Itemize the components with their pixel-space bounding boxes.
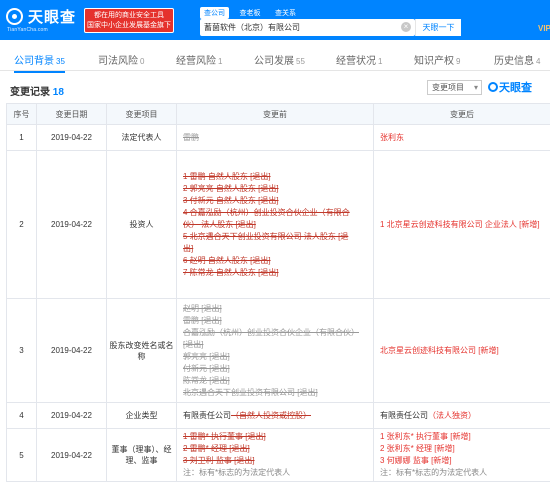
before-line: 有限责任公司（自然人投资或控股） — [183, 410, 311, 420]
logo-name: 天眼查 — [28, 9, 77, 26]
cell-before: 有限责任公司（自然人投资或控股） — [176, 402, 374, 429]
before-line: 1 雷鹏* 执行董事 [退出] — [183, 432, 266, 441]
before-line: 2 郭亮亮 自然人股东 [退出] — [183, 183, 279, 193]
before-line: 雷鹏 [退出] — [183, 315, 222, 325]
cell-item: 企业类型 — [106, 402, 177, 429]
tab-legal-risk[interactable]: 司法风险 0 — [98, 52, 144, 67]
cell-no: 2 — [6, 150, 37, 299]
before-line: 6 赵明 自然人股东 [退出] — [183, 255, 271, 265]
after-line: 有限责任公司（法人独资） — [380, 410, 476, 420]
table-row: 2 2019-04-22 投资人 1 雷鹏 自然人股东 [退出] 2 郭亮亮 自然人股东… — [6, 150, 550, 299]
tab-search-relation[interactable]: 查关系 — [271, 7, 300, 19]
brand-watermark: 天眼查 — [488, 79, 532, 95]
logo[interactable]: 天眼查 TianYanCha.com — [6, 5, 80, 35]
col-header-after: 变更后 — [373, 103, 550, 125]
after-line: 张利东 — [380, 132, 404, 142]
cell-date: 2019-04-22 — [36, 402, 107, 429]
after-line: 注：标有*标志的为法定代表人 — [380, 468, 488, 477]
tab-company-development[interactable]: 公司发展 55 — [254, 52, 305, 67]
section-title: 变更记录 18 — [10, 87, 64, 98]
before-line: 4 合嘉泓励（杭州）创业投资合伙企业（有限合 — [183, 207, 350, 217]
before-line: 伙） 法人股东 [退出] — [183, 219, 256, 229]
table-row: 3 2019-04-22 股东改变姓名或名称 赵明 [退出] 雷鹏 [退出] 合嘉泓励（杭… — [6, 298, 550, 403]
after-line: 北京星云创迹科技有限公司 [新增] — [380, 345, 499, 355]
cell-before: 1 雷鹏 自然人股东 [退出] 2 郭亮亮 自然人股东 [退出] 3 付新元 自然人… — [176, 150, 374, 299]
search-button[interactable]: 天眼一下 — [415, 19, 461, 36]
cell-after: 有限责任公司（法人独资） — [373, 402, 550, 429]
tab-search-company[interactable]: 查公司 — [200, 7, 229, 19]
section-count: 18 — [52, 87, 64, 98]
tab-business-status[interactable]: 经营状况 1 — [336, 52, 382, 67]
col-header-date: 变更日期 — [36, 103, 107, 125]
tab-company-background[interactable]: 公司背景 35 — [14, 52, 65, 73]
before-line: 3 刘卫利 监事 [退出] — [183, 456, 255, 465]
cell-date: 2019-04-22 — [36, 298, 107, 403]
before-line: 赵明 [退出] — [183, 303, 222, 313]
before-line: 出] — [183, 243, 194, 253]
tab-operating-risk[interactable]: 经营风险 1 — [176, 52, 222, 67]
tab-history[interactable]: 历史信息 4 — [494, 52, 540, 67]
top-bar: 天眼查 TianYanCha.com 都在用的商业安全工具 国家中小企业发展基金… — [0, 0, 550, 40]
logo-eye-icon — [6, 8, 23, 25]
before-line: 雷鹏 — [183, 132, 199, 142]
cell-item: 股东改变姓名或名称 — [106, 298, 177, 403]
slogan-line1: 都在用的商业安全工具 — [94, 12, 164, 19]
cell-date: 2019-04-22 — [36, 150, 107, 299]
cell-after: 1 张利东* 执行董事 [新增] 2 张利东* 经理 [新增] 3 何娜娜 监事 [… — [373, 428, 550, 482]
before-line: 合嘉泓励（杭州）创业投资合伙企业（有限合伙） — [183, 327, 359, 337]
vip-link[interactable]: VIP — [538, 24, 550, 33]
before-line: 北京遇合天下创业投资有限公司 [退出] — [183, 387, 318, 397]
search-input[interactable] — [204, 21, 394, 33]
before-line: 付新元 [退出] — [183, 363, 230, 373]
cell-no: 5 — [6, 428, 37, 482]
search-type-tabs: 查公司 查老板 查关系 — [200, 7, 304, 19]
after-line: 2 张利东* 经理 [新增] — [380, 444, 455, 453]
cell-before: 1 雷鹏* 执行董事 [退出] 2 雷鹏* 经理 [退出] 3 刘卫利 监事 [退出… — [176, 428, 374, 482]
before-line: 7 陈常龙 自然人股东 [退出] — [183, 267, 279, 277]
cell-no: 3 — [6, 298, 37, 403]
cell-before: 赵明 [退出] 雷鹏 [退出] 合嘉泓励（杭州）创业投资合伙企业（有限合伙） [退出]… — [176, 298, 374, 403]
tab-intellectual-property[interactable]: 知识产权 9 — [414, 52, 460, 67]
cell-after: 北京星云创迹科技有限公司 [新增] — [373, 298, 550, 403]
change-records-table: 序号 变更日期 变更项目 变更前 变更后 1 2019-04-22 法定代表人 雷鹏张… — [6, 103, 550, 482]
cell-item: 董事（理事）、经理、监事 — [106, 428, 177, 482]
tab-search-boss[interactable]: 查老板 — [236, 7, 265, 19]
logo-url: TianYanCha.com — [7, 27, 48, 33]
col-header-before: 变更前 — [176, 103, 374, 125]
table-row: 1 2019-04-22 法定代表人 雷鹏 张利东 — [6, 124, 550, 151]
cell-item: 投资人 — [106, 150, 177, 299]
cell-item: 法定代表人 — [106, 124, 177, 151]
cell-date: 2019-04-22 — [36, 428, 107, 482]
before-line: 5 北京遇合天下创业投资有限公司 法人股东 [退 — [183, 231, 349, 241]
after-line: 1 张利东* 执行董事 [新增] — [380, 432, 471, 441]
before-line: 2 雷鹏* 经理 [退出] — [183, 444, 250, 453]
before-line: 1 雷鹏 自然人股东 [退出] — [183, 171, 271, 181]
slogan-line2: 国家中小企业发展基金旗下 — [87, 22, 171, 29]
col-header-no: 序号 — [6, 103, 37, 125]
col-header-item: 变更项目 — [106, 103, 177, 125]
before-line: 陈常龙 [退出] — [183, 375, 230, 385]
before-line: 郭亮亮 [退出] — [183, 351, 230, 361]
clear-icon[interactable]: × — [401, 22, 411, 32]
before-line: 3 付新元 自然人股东 [退出] — [183, 195, 279, 205]
before-line: [退出] — [183, 339, 204, 349]
cell-no: 1 — [6, 124, 37, 151]
after-line: 3 何娜娜 监事 [新增] — [380, 456, 452, 465]
logo-eye-icon — [488, 82, 498, 92]
change-item-filter[interactable]: 变更项目 — [427, 80, 482, 95]
cell-after: 张利东 — [373, 124, 550, 151]
after-line: 1 北京星云创迹科技有限公司 企业法人 [新增] — [380, 219, 540, 229]
cell-no: 4 — [6, 402, 37, 429]
cell-date: 2019-04-22 — [36, 124, 107, 151]
slogan-badge: 都在用的商业安全工具 国家中小企业发展基金旗下 — [84, 8, 174, 33]
table-row: 5 2019-04-22 董事（理事）、经理、监事 1 雷鹏* 执行董事 [退出] 2 … — [6, 428, 550, 482]
table-row: 4 2019-04-22 企业类型 有限责任公司（自然人投资或控股） 有限责任公司（法人… — [6, 402, 550, 429]
company-nav-tabs: 公司背景 35 司法风险 0 经营风险 1 公司发展 55 经营状况 1 知识产权 9 历史… — [0, 48, 550, 73]
search-box: × — [200, 19, 415, 36]
table-header-row: 序号 变更日期 变更项目 变更前 变更后 — [6, 103, 550, 125]
cell-after: 1 北京星云创迹科技有限公司 企业法人 [新增] — [373, 150, 550, 299]
before-line: 注：标有*标志的为法定代表人 — [183, 468, 291, 477]
cell-before: 雷鹏 — [176, 124, 374, 151]
